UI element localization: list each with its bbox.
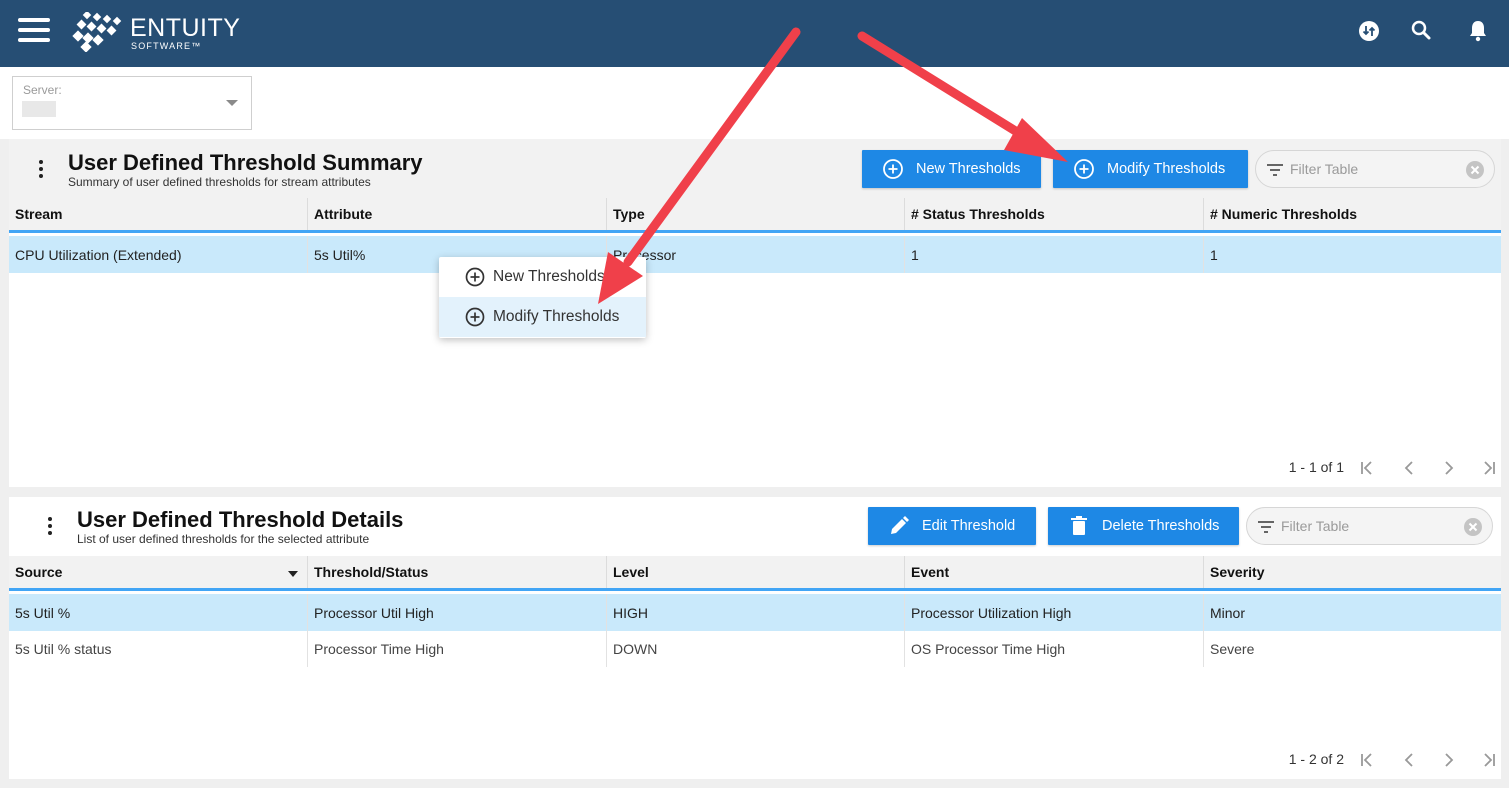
server-label: Server:	[23, 83, 62, 97]
next-page-icon[interactable]	[1437, 748, 1461, 772]
row-context-menu: New Thresholds Modify Thresholds	[439, 257, 646, 338]
column-header-threshold-status[interactable]: Threshold/Status	[307, 556, 606, 588]
column-header-level[interactable]: Level	[606, 556, 904, 588]
sort-descending-icon[interactable]	[288, 571, 298, 577]
summary-subtitle: Summary of user defined thresholds for s…	[68, 175, 371, 189]
cell-event: Processor Utilization High	[904, 594, 1203, 631]
summary-filter	[1255, 150, 1495, 188]
details-more-icon[interactable]	[46, 517, 54, 537]
threshold-details-panel: User Defined Threshold Details List of u…	[9, 497, 1501, 779]
column-header-event[interactable]: Event	[904, 556, 1203, 588]
summary-pager: 1 - 1 of 1	[1201, 456, 1501, 480]
cell-severity: Minor	[1203, 594, 1501, 631]
cell-level: HIGH	[606, 594, 904, 631]
context-menu-modify-label: Modify Thresholds	[493, 308, 620, 325]
previous-page-icon[interactable]	[1397, 456, 1421, 480]
top-bar: ENTUITY SOFTWARE™	[0, 0, 1509, 67]
context-menu-new-label: New Thresholds	[493, 268, 605, 285]
summary-title: User Defined Threshold Summary	[68, 150, 423, 175]
clear-icon[interactable]	[1463, 517, 1483, 537]
edit-threshold-button[interactable]: Edit Threshold	[868, 507, 1036, 545]
cell-stream: CPU Utilization (Extended)	[15, 246, 182, 263]
column-header-status-thresholds[interactable]: # Status Thresholds	[904, 198, 1203, 230]
context-menu-new-thresholds[interactable]: New Thresholds	[439, 257, 646, 297]
search-icon[interactable]	[1408, 18, 1434, 44]
table-row[interactable]: 5s Util % Processor Util High HIGH Proce…	[9, 594, 1501, 631]
cell-threshold-status: Processor Util High	[307, 594, 606, 631]
column-header-type[interactable]: Type	[606, 198, 904, 230]
bell-icon[interactable]	[1465, 18, 1491, 44]
filter-icon	[1267, 164, 1283, 176]
cell-type: Processor	[606, 236, 904, 273]
add-circle-icon	[465, 267, 485, 287]
first-page-icon[interactable]	[1355, 748, 1379, 772]
column-header-severity[interactable]: Severity	[1203, 556, 1501, 588]
server-bar: Server:	[0, 67, 1509, 139]
details-filter	[1246, 507, 1493, 545]
last-page-icon[interactable]	[1477, 748, 1501, 772]
column-header-source[interactable]: Source	[9, 556, 307, 588]
cell-numeric-thresholds: 1	[1203, 236, 1501, 273]
modify-thresholds-label: Modify Thresholds	[1107, 161, 1226, 177]
summary-table-header: Stream Attribute Type # Status Threshold…	[9, 198, 1501, 233]
cell-level: DOWN	[606, 631, 904, 667]
details-subtitle: List of user defined thresholds for the …	[77, 532, 370, 546]
cell-status-thresholds: 1	[904, 236, 1203, 273]
table-row[interactable]: CPU Utilization (Extended) 5s Util% Proc…	[9, 236, 1501, 273]
hamburger-icon[interactable]	[18, 18, 50, 42]
add-circle-icon	[883, 159, 903, 179]
next-page-icon[interactable]	[1437, 456, 1461, 480]
filter-icon	[1258, 521, 1274, 533]
details-header: User Defined Threshold Details List of u…	[9, 497, 1501, 556]
first-page-icon[interactable]	[1355, 456, 1379, 480]
add-circle-icon	[465, 307, 485, 327]
clear-icon[interactable]	[1465, 160, 1485, 180]
trash-icon	[1071, 516, 1087, 535]
cell-source: 5s Util % status	[15, 641, 112, 657]
new-thresholds-label: New Thresholds	[916, 161, 1021, 177]
details-pager: 1 - 2 of 2	[1201, 748, 1501, 772]
threshold-summary-panel: User Defined Threshold Summary Summary o…	[9, 139, 1501, 487]
server-select[interactable]: Server:	[12, 76, 252, 130]
summary-pager-text: 1 - 1 of 1	[1288, 459, 1344, 475]
previous-page-icon[interactable]	[1397, 748, 1421, 772]
delete-thresholds-button[interactable]: Delete Thresholds	[1048, 507, 1239, 545]
edit-threshold-label: Edit Threshold	[922, 518, 1016, 534]
details-title: User Defined Threshold Details	[77, 507, 404, 532]
cell-event: OS Processor Time High	[904, 631, 1203, 667]
details-table-header: Source Threshold/Status Level Event Seve…	[9, 556, 1501, 591]
cell-source: 5s Util %	[15, 604, 71, 621]
summary-filter-input[interactable]	[1290, 159, 1450, 179]
summary-header: User Defined Threshold Summary Summary o…	[9, 139, 1501, 198]
logo-name: ENTUITY	[130, 14, 241, 42]
sync-icon[interactable]	[1356, 18, 1382, 44]
table-row[interactable]: 5s Util % status Processor Time High DOW…	[9, 631, 1501, 667]
cell-severity: Severe	[1203, 631, 1501, 667]
pencil-icon	[891, 516, 909, 534]
server-value	[22, 101, 56, 117]
chevron-down-icon	[226, 100, 238, 106]
details-filter-input[interactable]	[1281, 516, 1441, 536]
cell-threshold-status: Processor Time High	[307, 631, 606, 667]
modify-thresholds-button[interactable]: Modify Thresholds	[1053, 150, 1248, 188]
context-menu-modify-thresholds[interactable]: Modify Thresholds	[439, 297, 646, 337]
logo-subtitle: SOFTWARE™	[131, 41, 202, 51]
column-header-attribute[interactable]: Attribute	[307, 198, 606, 230]
logo-mark-icon	[72, 12, 122, 52]
details-pager-text: 1 - 2 of 2	[1288, 751, 1344, 767]
new-thresholds-button[interactable]: New Thresholds	[862, 150, 1041, 188]
entuity-logo: ENTUITY SOFTWARE™	[72, 12, 262, 56]
summary-more-icon[interactable]	[37, 160, 45, 180]
delete-thresholds-label: Delete Thresholds	[1102, 518, 1220, 534]
column-header-stream[interactable]: Stream	[9, 198, 307, 230]
column-header-numeric-thresholds[interactable]: # Numeric Thresholds	[1203, 198, 1501, 230]
add-circle-icon	[1074, 159, 1094, 179]
last-page-icon[interactable]	[1477, 456, 1501, 480]
